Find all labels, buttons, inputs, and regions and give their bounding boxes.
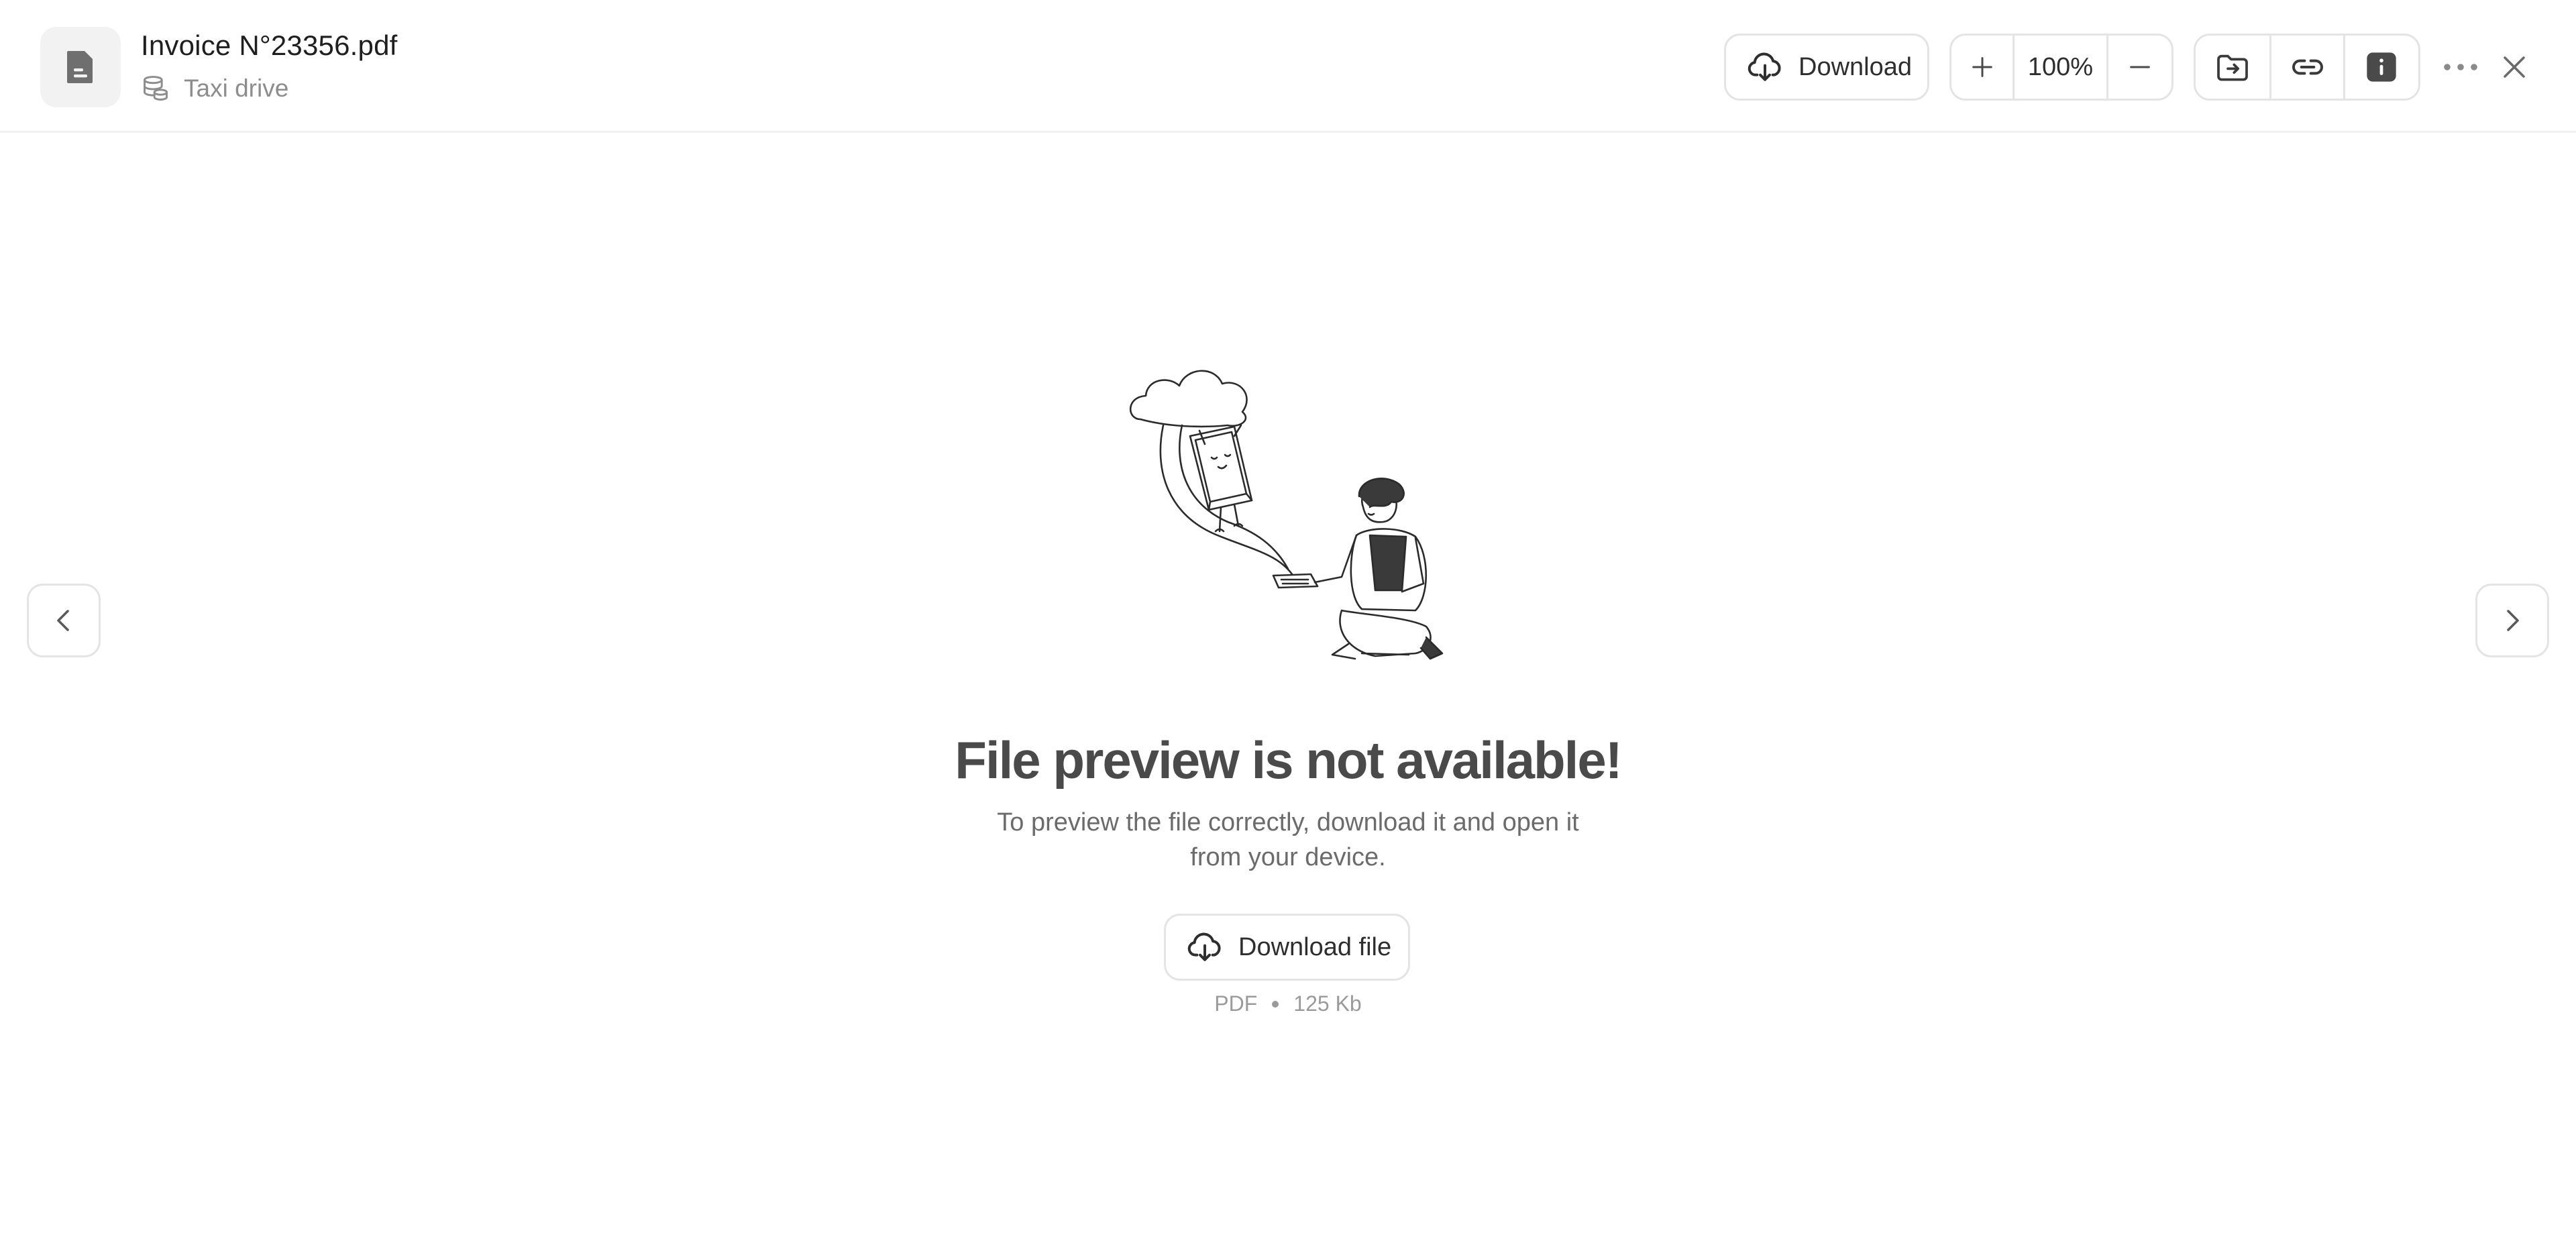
more-horizontal-icon	[2444, 64, 2477, 70]
preview-unavailable-illustration	[1129, 370, 1444, 660]
cloud-download-icon	[1748, 52, 1781, 81]
meta-separator	[1272, 1000, 1279, 1008]
preview-header: Invoice N°23356.pdf Taxi drive Download	[0, 0, 2576, 133]
file-type-badge	[40, 27, 121, 107]
download-button[interactable]: Download	[1724, 34, 1929, 101]
download-file-button[interactable]: Download file	[1164, 914, 1410, 981]
file-actions	[2194, 34, 2420, 101]
info-icon	[2366, 52, 2396, 82]
file-preview-page: Invoice N°23356.pdf Taxi drive Download	[0, 0, 2576, 1241]
zoom-controls: 100%	[1949, 34, 2174, 101]
more-options-button[interactable]	[2434, 40, 2487, 94]
database-stack-icon	[144, 76, 168, 101]
plus-icon	[1972, 57, 1992, 77]
download-label: Download	[1799, 52, 1912, 81]
move-to-folder-button[interactable]	[2196, 36, 2269, 99]
zoom-in-button[interactable]	[1951, 36, 2015, 99]
chevron-right-icon	[2507, 610, 2519, 631]
zoom-level: 100%	[2015, 36, 2108, 99]
link-icon	[2292, 59, 2323, 75]
next-file-button[interactable]	[2475, 584, 2549, 657]
empty-state-title: File preview is not available!	[955, 731, 1622, 790]
close-icon	[2504, 56, 2525, 78]
folder-move-icon	[2217, 54, 2248, 81]
copy-link-button[interactable]	[2269, 36, 2343, 99]
location-label: Taxi drive	[184, 74, 289, 102]
file-type: PDF	[1214, 991, 1258, 1016]
info-button[interactable]	[2343, 36, 2417, 99]
empty-state-description: To preview the file correctly, download …	[997, 808, 1579, 871]
download-file-label: Download file	[1238, 932, 1392, 961]
previous-file-button[interactable]	[27, 584, 101, 657]
file-location[interactable]: Taxi drive	[141, 72, 288, 105]
chevron-left-icon	[57, 610, 69, 631]
file-document-icon	[67, 51, 93, 83]
zoom-out-button[interactable]	[2108, 36, 2171, 99]
cloud-download-icon	[1187, 932, 1221, 961]
close-button[interactable]	[2487, 40, 2541, 94]
file-meta: PDF 125 Kb	[0, 991, 2576, 1016]
file-size: 125 Kb	[1293, 991, 1362, 1016]
minus-icon	[2130, 66, 2150, 68]
file-name: Invoice N°23356.pdf	[141, 30, 398, 61]
